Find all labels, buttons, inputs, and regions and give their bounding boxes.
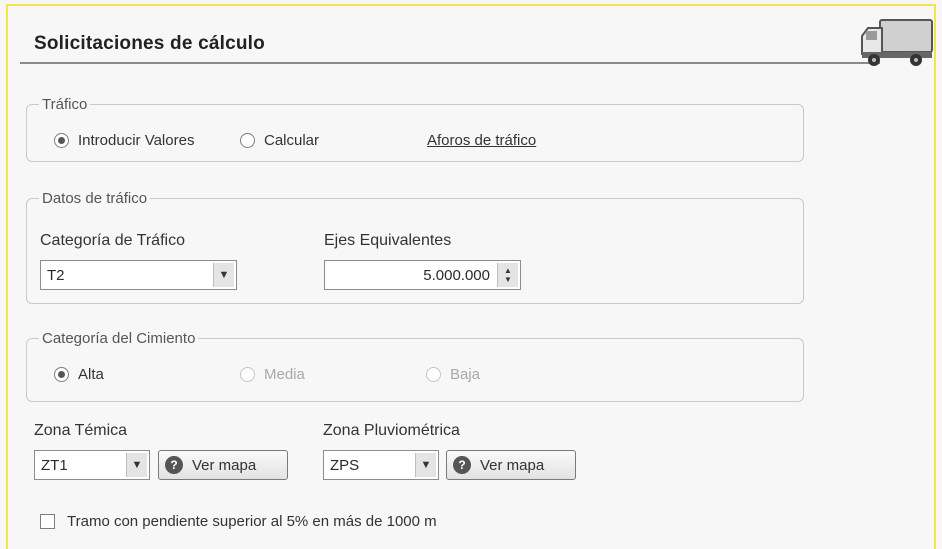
chevron-down-icon[interactable]: ▼	[415, 453, 436, 477]
radio-label: Calcular	[264, 132, 320, 149]
zona-termica-ver-mapa-button[interactable]: ? Ver mapa	[158, 450, 288, 480]
checkbox-label: Tramo con pendiente superior al 5% en má…	[67, 513, 437, 530]
zona-pluviometrica-ver-mapa-button[interactable]: ? Ver mapa	[446, 450, 576, 480]
zona-termica-label: Zona Témica	[34, 422, 128, 439]
select-value: ZPS	[330, 456, 360, 474]
pendiente-checkbox[interactable]: Tramo con pendiente superior al 5% en má…	[40, 513, 437, 530]
button-label: Ver mapa	[480, 456, 545, 474]
radio-alta[interactable]: Alta	[54, 366, 104, 383]
radio-indicator	[240, 367, 255, 382]
categoria-cimiento-group: Categoría del Cimiento	[26, 330, 804, 402]
trafico-group: Tráfico	[26, 96, 804, 162]
datos-legend: Datos de tráfico	[42, 190, 148, 207]
radio-indicator	[426, 367, 441, 382]
truck-icon	[861, 19, 933, 66]
page-title: Solicitaciones de cálculo	[34, 33, 265, 54]
chevron-down-icon[interactable]: ▼	[126, 453, 147, 477]
radio-indicator-selected	[54, 367, 69, 382]
zona-pluviometrica-label: Zona Pluviométrica	[323, 422, 460, 439]
ejes-equivalentes-label: Ejes Equivalentes	[324, 232, 452, 249]
zona-termica-select[interactable]: ZT1 ▼	[34, 450, 150, 480]
aforos-trafico-link[interactable]: Aforos de tráfico	[427, 132, 536, 149]
stepper-value: 5.000.000	[423, 266, 490, 284]
help-icon: ?	[165, 456, 183, 474]
radio-baja[interactable]: Baja	[426, 366, 480, 383]
button-label: Ver mapa	[192, 456, 257, 474]
checkbox-box[interactable]	[40, 514, 55, 529]
select-value: T2	[47, 266, 65, 284]
categoria-trafico-select[interactable]: T2 ▼	[40, 260, 237, 290]
radio-indicator-selected	[54, 133, 69, 148]
radio-label: Alta	[78, 366, 104, 383]
radio-calcular[interactable]: Calcular	[240, 132, 319, 149]
zona-pluviometrica-select[interactable]: ZPS ▼	[323, 450, 439, 480]
select-value: ZT1	[41, 456, 68, 474]
radio-label: Baja	[450, 366, 481, 383]
radio-introducir-valores[interactable]: Introducir Valores	[54, 132, 194, 149]
ejes-equivalentes-stepper[interactable]: 5.000.000 ▲ ▼	[324, 260, 521, 290]
cimiento-legend: Categoría del Cimiento	[42, 330, 196, 347]
title-divider	[20, 62, 880, 64]
help-icon: ?	[453, 456, 471, 474]
stepper-arrows-icon[interactable]: ▲ ▼	[497, 263, 518, 287]
categoria-trafico-label: Categoría de Tráfico	[40, 232, 185, 249]
radio-label: Introducir Valores	[78, 132, 195, 149]
radio-label: Media	[264, 366, 305, 383]
trafico-legend: Tráfico	[42, 96, 88, 113]
radio-media[interactable]: Media	[240, 366, 305, 383]
radio-indicator	[240, 133, 255, 148]
chevron-down-icon[interactable]: ▼	[213, 263, 234, 287]
